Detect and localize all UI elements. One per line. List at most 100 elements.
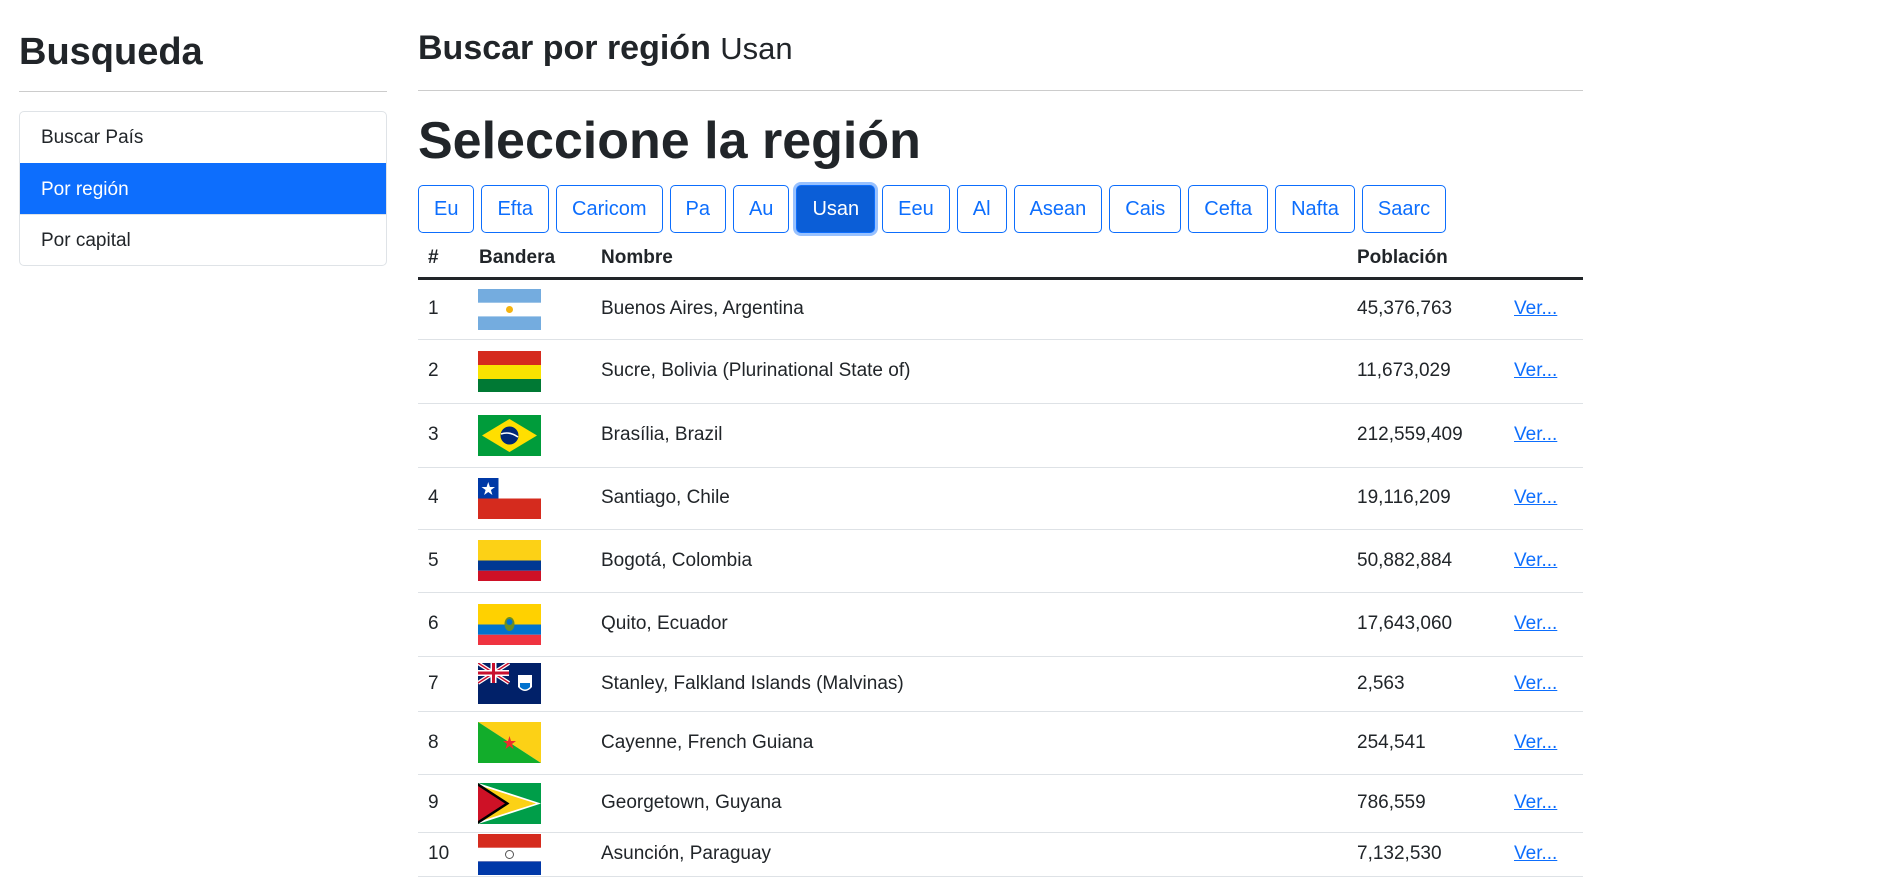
region-heading: Seleccione la región xyxy=(418,112,921,170)
table-row: 7 Stanley, Falkland Islands (Malvinas) 2,5… xyxy=(418,656,1583,712)
region-button-nafta[interactable]: Nafta xyxy=(1275,185,1355,233)
row-number: 7 xyxy=(418,656,469,712)
population: 50,882,884 xyxy=(1347,529,1504,593)
falkland-flag xyxy=(478,663,541,704)
column-header-flag: Bandera xyxy=(469,239,591,280)
row-number: 2 xyxy=(418,339,469,404)
view-link[interactable]: Ver... xyxy=(1514,843,1557,864)
french-guiana-flag xyxy=(478,722,541,763)
view-link[interactable]: Ver... xyxy=(1514,792,1557,813)
region-button-saarc[interactable]: Saarc xyxy=(1361,185,1447,233)
population: 19,116,209 xyxy=(1347,467,1504,530)
sidebar: Busqueda Buscar País Por región Por capi… xyxy=(19,0,387,266)
country-name: Quito, Ecuador xyxy=(591,592,1347,657)
column-header-number: # xyxy=(418,239,469,280)
table-row: 10 Asunción, Paraguay 7,132,530 Ver... xyxy=(418,832,1583,877)
view-link[interactable]: Ver... xyxy=(1514,732,1557,753)
column-header-population: Población xyxy=(1347,239,1504,280)
view-link[interactable]: Ver... xyxy=(1514,424,1557,445)
country-name: Sucre, Bolivia (Plurinational State of) xyxy=(591,339,1347,404)
view-cell: Ver... xyxy=(1504,467,1583,530)
flag-cell xyxy=(469,529,591,593)
view-link[interactable]: Ver... xyxy=(1514,613,1557,634)
sidebar-item-por-capital[interactable]: Por capital xyxy=(20,214,386,265)
population: 2,563 xyxy=(1347,656,1504,712)
table-row: 5 Bogotá, Colombia 50,882,884 Ver... xyxy=(418,529,1583,593)
colombia-flag xyxy=(478,540,541,581)
population: 786,559 xyxy=(1347,774,1504,833)
chile-flag xyxy=(478,477,541,519)
flag-cell xyxy=(469,467,591,530)
search-menu: Buscar País Por región Por capital xyxy=(19,111,387,266)
country-name: Asunción, Paraguay xyxy=(591,832,1347,877)
flag-cell xyxy=(469,711,591,775)
flag-cell xyxy=(469,339,591,404)
view-cell: Ver... xyxy=(1504,339,1583,404)
row-number: 5 xyxy=(418,529,469,593)
table-row: 1 Buenos Aires, Argentina 45,376,763 Ver... xyxy=(418,278,1583,340)
country-name: Brasília, Brazil xyxy=(591,403,1347,468)
row-number: 4 xyxy=(418,467,469,530)
column-header-name: Nombre xyxy=(591,239,1347,280)
column-header-actions xyxy=(1504,239,1583,280)
population: 45,376,763 xyxy=(1347,278,1504,340)
flag-cell xyxy=(469,774,591,833)
view-cell: Ver... xyxy=(1504,278,1583,340)
region-button-pa[interactable]: Pa xyxy=(669,185,726,233)
view-cell: Ver... xyxy=(1504,711,1583,775)
region-button-cais[interactable]: Cais xyxy=(1109,185,1182,233)
row-number: 8 xyxy=(418,711,469,775)
population: 7,132,530 xyxy=(1347,832,1504,877)
table-row: 8 Cayenne, French Guiana 254,541 Ver... xyxy=(418,711,1583,775)
population: 17,643,060 xyxy=(1347,592,1504,657)
selected-region-label: Usan xyxy=(720,31,793,66)
view-cell: Ver... xyxy=(1504,592,1583,657)
table-row: 2 Sucre, Bolivia (Plurinational State of)… xyxy=(418,339,1583,404)
region-button-au[interactable]: Au xyxy=(732,185,790,233)
region-button-eu[interactable]: Eu xyxy=(418,185,475,233)
region-button-efta[interactable]: Efta xyxy=(481,185,550,233)
view-link[interactable]: Ver... xyxy=(1514,487,1557,508)
population: 11,673,029 xyxy=(1347,339,1504,404)
population: 254,541 xyxy=(1347,711,1504,775)
row-number: 3 xyxy=(418,403,469,468)
view-link[interactable]: Ver... xyxy=(1514,550,1557,571)
region-button-eeu[interactable]: Eeu xyxy=(882,185,950,233)
region-button-caricom[interactable]: Caricom xyxy=(556,185,663,233)
region-button-asean[interactable]: Asean xyxy=(1013,185,1103,233)
row-number: 10 xyxy=(418,832,469,877)
view-cell: Ver... xyxy=(1504,656,1583,712)
brazil-flag xyxy=(478,414,541,456)
flag-cell xyxy=(469,592,591,657)
sidebar-item-buscar-pais[interactable]: Buscar País xyxy=(20,112,386,163)
table-row: 3 Brasília, Brazil 212,559,409 Ver... xyxy=(418,403,1583,468)
bolivia-flag xyxy=(478,350,541,392)
country-name: Buenos Aires, Argentina xyxy=(591,278,1347,340)
sidebar-item-por-region[interactable]: Por región xyxy=(20,163,386,214)
table-row: 4 Santiago, Chile 19,116,209 Ver... xyxy=(418,467,1583,530)
region-button-al[interactable]: Al xyxy=(956,185,1007,233)
view-link[interactable]: Ver... xyxy=(1514,673,1557,694)
region-button-cefta[interactable]: Cefta xyxy=(1188,185,1269,233)
view-cell: Ver... xyxy=(1504,832,1583,877)
population: 212,559,409 xyxy=(1347,403,1504,468)
country-name: Santiago, Chile xyxy=(591,467,1347,530)
country-name: Cayenne, French Guiana xyxy=(591,711,1347,775)
table-row: 9 Georgetown, Guyana 786,559 Ver... xyxy=(418,774,1583,833)
region-button-usan[interactable]: Usan xyxy=(796,185,876,233)
flag-cell xyxy=(469,832,591,877)
flag-cell xyxy=(469,656,591,712)
flag-cell xyxy=(469,278,591,340)
page-title: Buscar por región Usan xyxy=(418,25,1583,91)
view-cell: Ver... xyxy=(1504,774,1583,833)
row-number: 9 xyxy=(418,774,469,833)
flag-cell xyxy=(469,403,591,468)
row-number: 1 xyxy=(418,278,469,340)
sidebar-title: Busqueda xyxy=(19,33,387,92)
guyana-flag xyxy=(478,782,541,824)
view-link[interactable]: Ver... xyxy=(1514,360,1557,381)
ecuador-flag xyxy=(478,603,541,645)
main-content: Buscar por región Usan Seleccione la reg… xyxy=(418,0,1583,877)
table-header-row: # Bandera Nombre Población xyxy=(418,239,1583,280)
view-link[interactable]: Ver... xyxy=(1514,298,1557,319)
